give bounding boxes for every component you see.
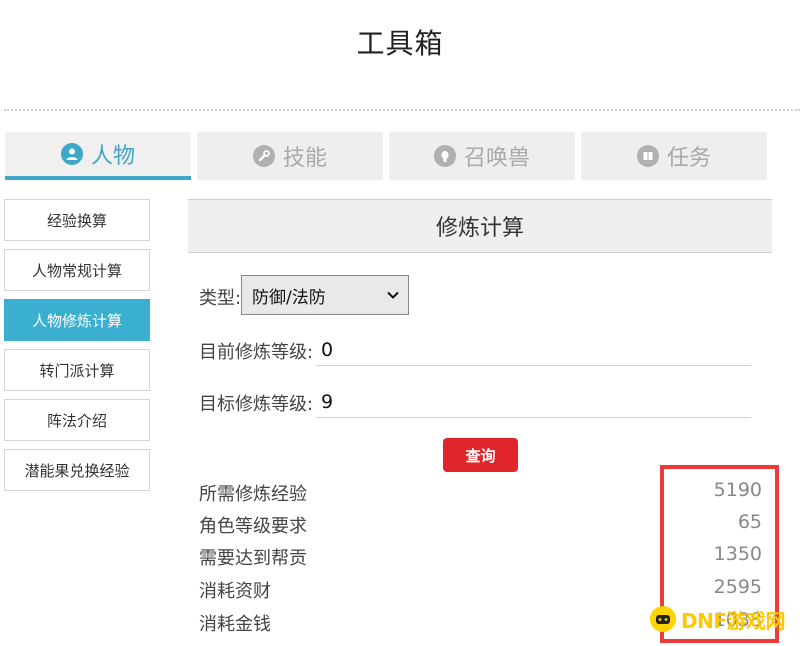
- result-value: 5190: [713, 479, 762, 501]
- watermark: DNF游戏网: [650, 604, 786, 634]
- tab-pet[interactable]: 召唤兽: [389, 132, 575, 180]
- pet-icon: [433, 145, 456, 167]
- target-level-label: 目标修炼等级:: [199, 394, 314, 415]
- sidebar-item-school-transfer[interactable]: 转门派计算: [4, 349, 150, 391]
- type-select[interactable]: 防御/法防: [241, 275, 409, 315]
- current-level-label: 目前修炼等级:: [199, 342, 314, 363]
- tab-skill[interactable]: 技能: [197, 132, 383, 180]
- sidebar: 经验换算 人物常规计算 人物修炼计算 转门派计算 阵法介绍 潜能果兑换经验: [4, 199, 150, 499]
- panel-title: 修炼计算: [188, 199, 772, 253]
- sidebar-item-exp-convert[interactable]: 经验换算: [4, 199, 150, 241]
- page-title: 工具箱: [356, 27, 444, 60]
- sidebar-item-formation-intro[interactable]: 阵法介绍: [4, 399, 150, 441]
- sidebar-item-potential-fruit[interactable]: 潜能果兑换经验: [4, 449, 150, 491]
- current-level-input[interactable]: [316, 334, 751, 366]
- tab-person[interactable]: 人物: [5, 132, 191, 180]
- type-select-value: 防御/法防: [252, 287, 326, 308]
- tab-label: 任务: [666, 146, 711, 171]
- sidebar-item-character-calc[interactable]: 人物常规计算: [4, 249, 150, 291]
- result-label: 需要达到帮贡: [199, 548, 307, 569]
- person-icon: [60, 143, 83, 165]
- query-button[interactable]: 查询: [443, 438, 518, 472]
- result-label: 消耗金钱: [199, 614, 271, 635]
- target-level-input[interactable]: [316, 386, 751, 418]
- tab-label: 召唤兽: [463, 146, 530, 171]
- book-icon: [636, 145, 659, 167]
- gamepad-icon: [650, 606, 676, 632]
- tab-label: 人物: [90, 144, 135, 169]
- result-label: 消耗资财: [199, 581, 271, 602]
- result-value: 65: [737, 511, 762, 533]
- chevron-down-icon: [386, 287, 400, 307]
- tab-task[interactable]: 任务: [581, 132, 767, 180]
- dotted-divider: [4, 109, 800, 111]
- watermark-text: DNF游戏网: [681, 608, 786, 633]
- main-tabs: 人物 技能 召唤兽 任务: [5, 132, 775, 180]
- result-label: 所需修炼经验: [199, 484, 307, 505]
- tab-label: 技能: [282, 146, 327, 171]
- result-value: 1350: [713, 543, 762, 565]
- result-value: 2595: [713, 576, 762, 598]
- sidebar-item-cultivation-calc[interactable]: 人物修炼计算: [4, 299, 150, 341]
- result-label: 角色等级要求: [199, 516, 307, 537]
- wrench-icon: [252, 145, 275, 167]
- type-label: 类型:: [199, 288, 242, 309]
